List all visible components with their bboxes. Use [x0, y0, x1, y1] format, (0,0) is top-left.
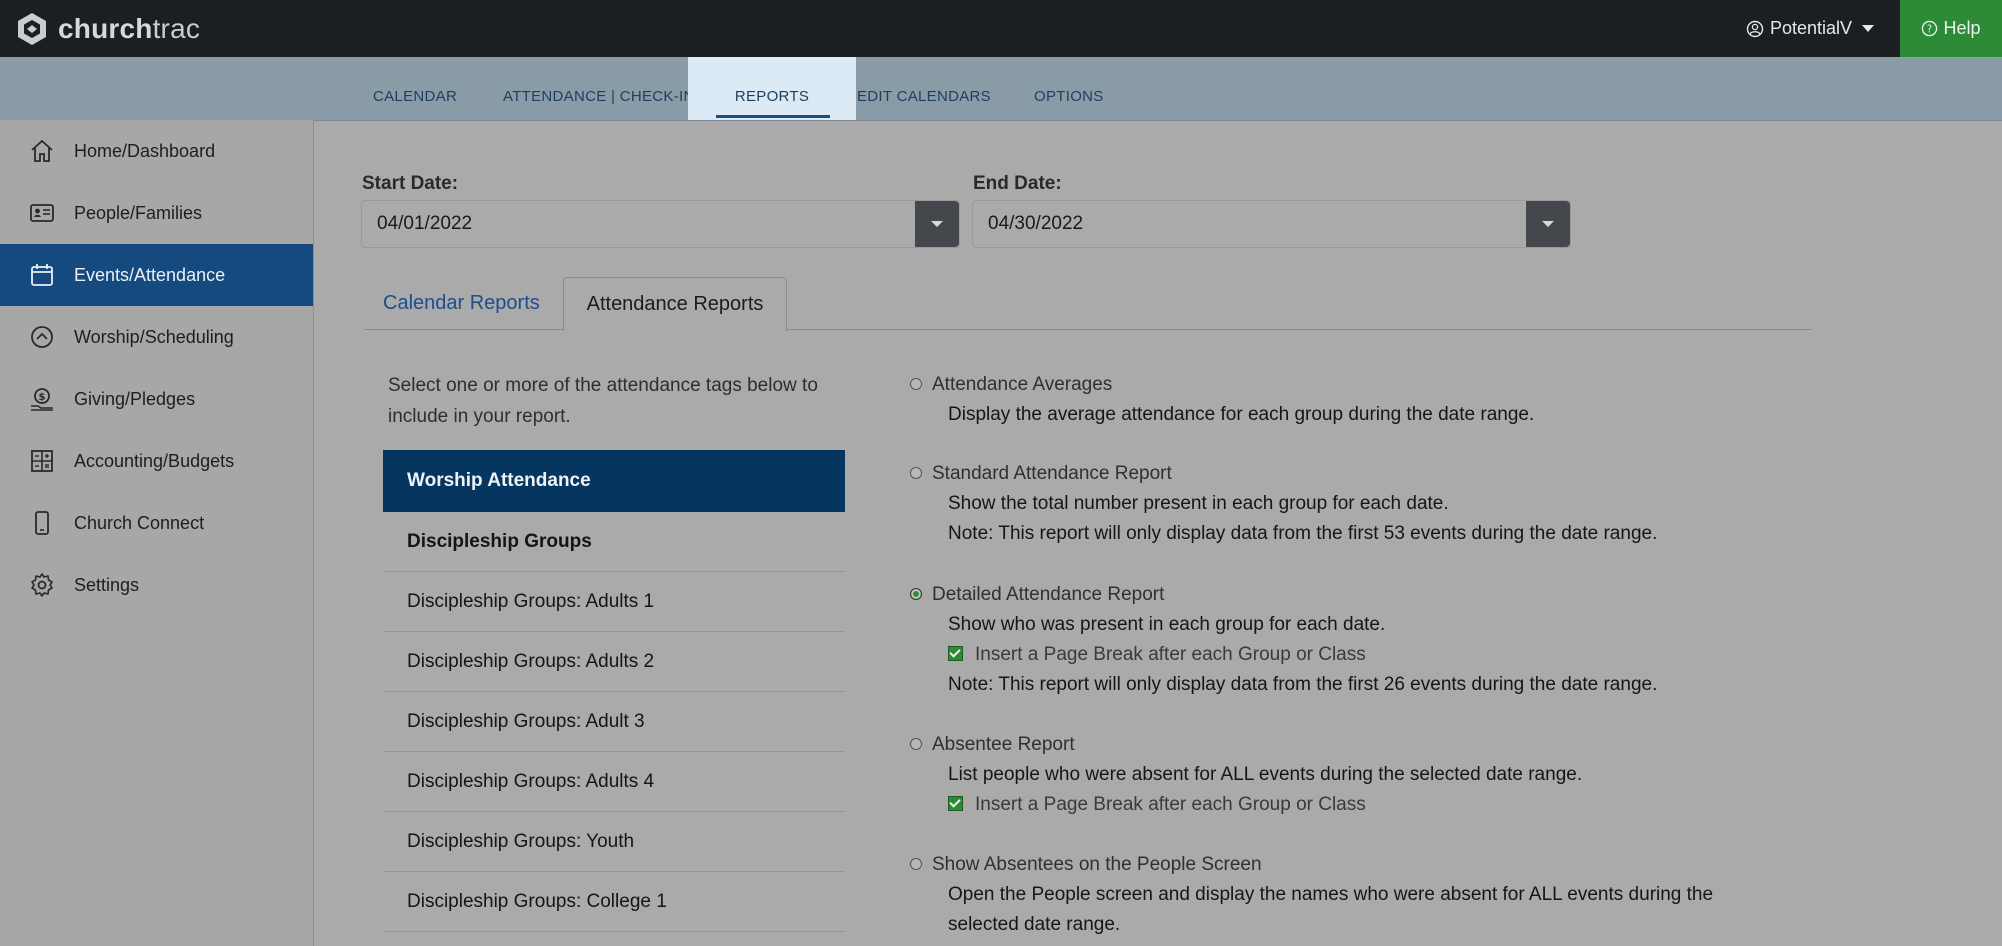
people-screen-radio[interactable]: [910, 858, 922, 870]
standard-report-radio-row[interactable]: Standard Attendance Report: [910, 459, 1657, 489]
list-item-adults-2[interactable]: Discipleship Groups: Adults 2: [383, 632, 845, 692]
tab-calendar[interactable]: CALENDAR: [373, 57, 457, 120]
start-date-field[interactable]: 04/01/2022: [361, 200, 960, 248]
tab-attendance-check-in[interactable]: ATTENDANCE | CHECK-IN: [503, 57, 695, 120]
attendance-averages-desc: Display the average attendance for each …: [948, 404, 1535, 425]
sidebar: Home/Dashboard People/Families Events/At…: [0, 120, 314, 946]
detailed-report-title: Detailed Attendance Report: [932, 584, 1165, 605]
ledger-icon: [29, 448, 55, 474]
sidebar-item-events[interactable]: Events/Attendance: [0, 244, 313, 306]
tab-options[interactable]: OPTIONS: [1034, 57, 1104, 120]
absentee-page-break-label: Insert a Page Break after each Group or …: [975, 794, 1366, 815]
tab-attendance-reports[interactable]: Attendance Reports: [563, 277, 787, 332]
detailed-page-break-checkbox[interactable]: [948, 646, 963, 661]
option-attendance-averages: Attendance Averages Display the average …: [910, 370, 1534, 430]
start-date-label: Start Date:: [362, 173, 459, 194]
list-item-discipleship-groups[interactable]: Discipleship Groups: [383, 512, 845, 572]
list-item-adults-1[interactable]: Discipleship Groups: Adults 1: [383, 572, 845, 632]
chevron-down-icon: [1542, 221, 1554, 227]
chevron-up-circle-icon: [29, 324, 55, 350]
phone-icon: [29, 510, 55, 536]
attendance-averages-radio-row[interactable]: Attendance Averages: [910, 370, 1534, 400]
sidebar-item-people[interactable]: People/Families: [0, 182, 313, 244]
brand-logo[interactable]: churchtrac: [14, 10, 200, 48]
brand-name: churchtrac: [58, 13, 201, 44]
user-circle-icon: [1746, 20, 1764, 37]
list-item-youth[interactable]: Discipleship Groups: Youth: [383, 812, 845, 872]
list-item-worship-attendance[interactable]: Worship Attendance: [383, 450, 845, 512]
chevron-down-icon: [1862, 25, 1875, 32]
attendance-tag-list: Worship Attendance Discipleship Groups D…: [383, 450, 845, 932]
people-screen-desc-line-1: Open the People screen and display the n…: [948, 884, 1714, 905]
option-people-screen: Show Absentees on the People Screen Open…: [910, 850, 1713, 940]
detailed-page-break-checkbox-row[interactable]: Insert a Page Break after each Group or …: [910, 640, 1657, 670]
sub-nav: CALENDAR ATTENDANCE | CHECK-IN REPORTS E…: [0, 57, 2002, 121]
attendance-averages-title: Attendance Averages: [932, 374, 1113, 395]
detailed-report-note: Note: This report will only display data…: [948, 674, 1658, 695]
tag-instructions: Select one or more of the attendance tag…: [388, 375, 818, 427]
start-date-value: 04/01/2022: [377, 213, 473, 234]
standard-report-desc: Show the total number present in each gr…: [948, 493, 1449, 514]
detailed-report-radio[interactable]: [910, 588, 922, 600]
gear-icon: [29, 572, 55, 598]
standard-report-title: Standard Attendance Report: [932, 463, 1172, 484]
chevron-down-icon: [931, 221, 943, 227]
attendance-averages-radio[interactable]: [910, 378, 922, 390]
detailed-report-desc: Show who was present in each group for e…: [948, 614, 1386, 635]
absentee-report-desc: List people who were absent for ALL even…: [948, 764, 1583, 785]
id-card-icon: [29, 200, 55, 226]
list-item-college-1[interactable]: Discipleship Groups: College 1: [383, 872, 845, 932]
svg-text:?: ?: [1927, 23, 1933, 35]
calendar-icon: [29, 262, 55, 288]
user-name: PotentialV: [1770, 18, 1853, 38]
end-date-label: End Date:: [973, 173, 1062, 194]
absentee-report-title: Absentee Report: [932, 734, 1075, 755]
svg-text:$: $: [39, 392, 46, 403]
end-date-field[interactable]: 04/30/2022: [972, 200, 1571, 248]
standard-report-note: Note: This report will only display data…: [948, 523, 1658, 544]
active-tab-underline: [716, 115, 830, 118]
churchtrac-logo-icon: [18, 13, 46, 45]
option-standard-report: Standard Attendance Report Show the tota…: [910, 459, 1657, 549]
sidebar-item-church-connect[interactable]: Church Connect: [0, 492, 313, 554]
sidebar-item-accounting[interactable]: Accounting/Budgets: [0, 430, 313, 492]
option-absentee-report: Absentee Report List people who were abs…: [910, 730, 1582, 820]
help-label: Help: [1943, 18, 1981, 38]
standard-report-radio[interactable]: [910, 467, 922, 479]
sidebar-item-home[interactable]: Home/Dashboard: [0, 120, 313, 182]
absentee-report-radio-row[interactable]: Absentee Report: [910, 730, 1582, 760]
start-date-dropdown-button[interactable]: [915, 201, 959, 247]
people-screen-radio-row[interactable]: Show Absentees on the People Screen: [910, 850, 1713, 880]
option-detailed-report: Detailed Attendance Report Show who was …: [910, 580, 1657, 700]
absentee-report-radio[interactable]: [910, 738, 922, 750]
detailed-report-radio-row[interactable]: Detailed Attendance Report: [910, 580, 1657, 610]
people-screen-desc-line-2: selected date range.: [948, 914, 1121, 935]
top-bar: churchtrac PotentialV ? Help: [0, 0, 2002, 57]
absentee-page-break-checkbox[interactable]: [948, 796, 963, 811]
people-screen-title: Show Absentees on the People Screen: [932, 854, 1262, 875]
list-item-adult-3[interactable]: Discipleship Groups: Adult 3: [383, 692, 845, 752]
sidebar-item-giving[interactable]: $ Giving/Pledges: [0, 368, 313, 430]
home-icon: [29, 138, 55, 164]
sidebar-item-worship[interactable]: Worship/Scheduling: [0, 306, 313, 368]
end-date-value: 04/30/2022: [988, 213, 1084, 234]
detailed-page-break-label: Insert a Page Break after each Group or …: [975, 644, 1366, 665]
list-item-adults-4[interactable]: Discipleship Groups: Adults 4: [383, 752, 845, 812]
absentee-page-break-checkbox-row[interactable]: Insert a Page Break after each Group or …: [910, 790, 1582, 820]
user-menu[interactable]: PotentialV: [1746, 0, 1875, 57]
sidebar-item-settings[interactable]: Settings: [0, 554, 313, 616]
money-hand-icon: $: [29, 386, 55, 412]
end-date-dropdown-button[interactable]: [1526, 201, 1570, 247]
tab-reports[interactable]: REPORTS: [688, 57, 856, 120]
tab-calendar-reports[interactable]: Calendar Reports: [383, 292, 540, 315]
tab-edit-calendars[interactable]: EDIT CALENDARS: [857, 57, 991, 120]
help-button[interactable]: ? Help: [1900, 0, 2002, 57]
help-circle-icon: ?: [1922, 20, 1938, 37]
